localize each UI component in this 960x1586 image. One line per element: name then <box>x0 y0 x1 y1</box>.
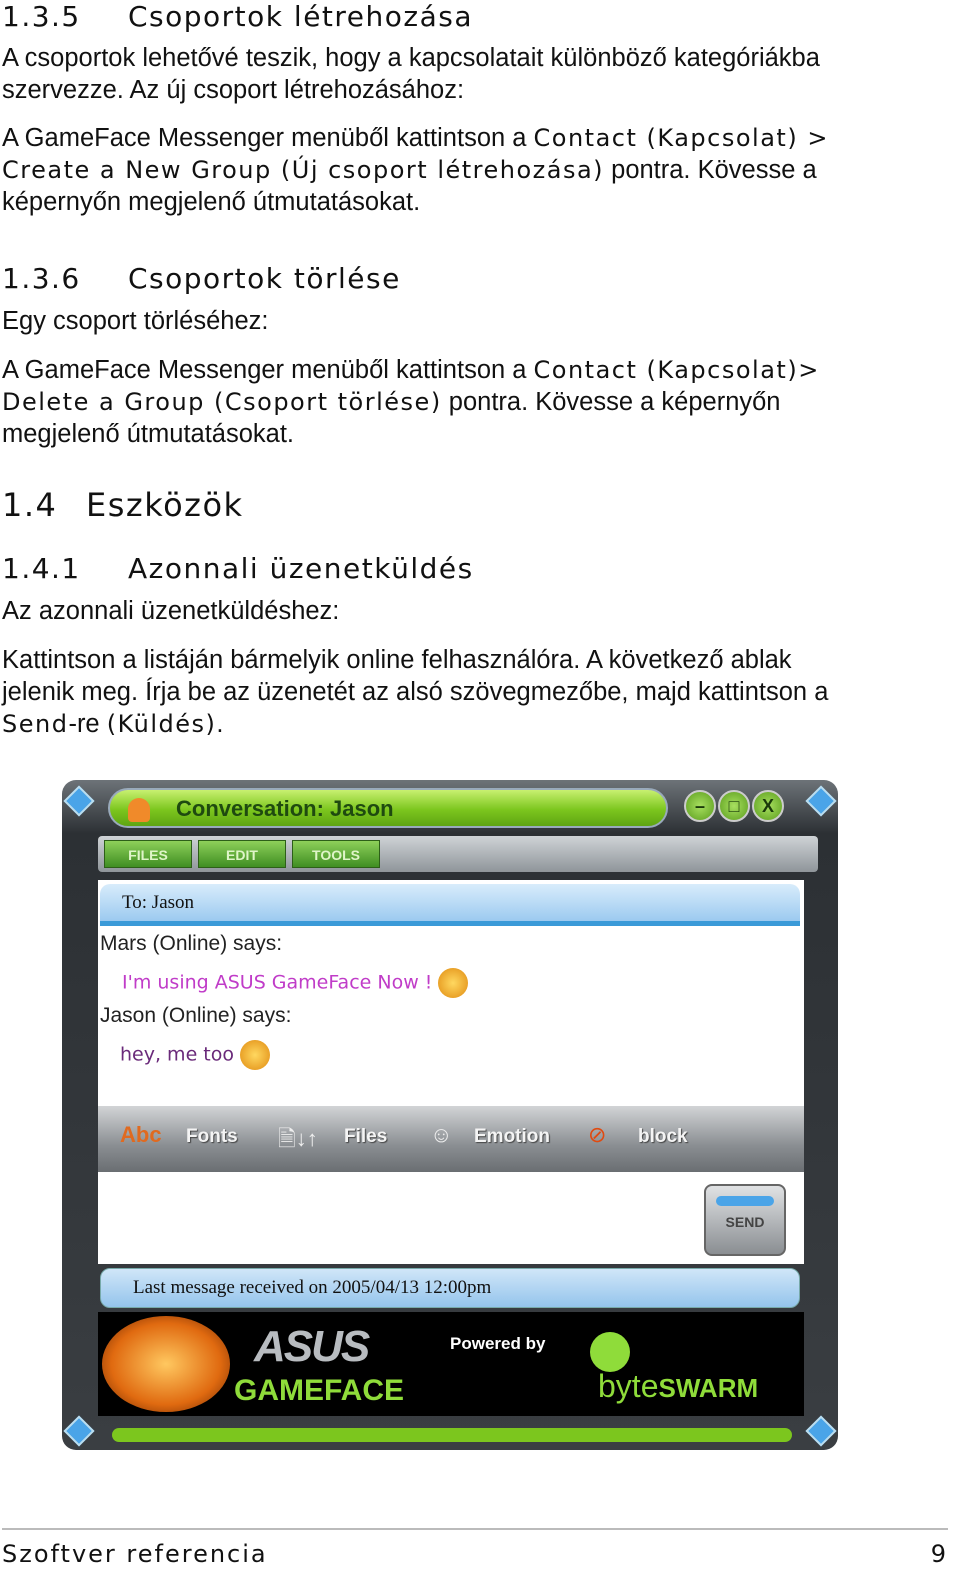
message-sender: Mars (Online) says: <box>100 932 283 955</box>
branding-banner: ASUS GAMEFACE Powered by byteSWARM <box>98 1312 804 1416</box>
paragraph: Send-re (Küldés). <box>2 710 224 738</box>
laugh-cry-icon <box>240 1040 270 1070</box>
corner-gem <box>63 785 95 817</box>
maximize-button[interactable]: □ <box>718 790 750 822</box>
block-button[interactable]: block <box>638 1126 688 1148</box>
recipient-bar: To: Jason <box>100 884 800 926</box>
paragraph: A GameFace Messenger menüből kattintson … <box>2 124 829 152</box>
message-text: hey, me too <box>120 1040 270 1070</box>
chat-toolbar: Abc Fonts 🗎↓↑ Files ☺ Emotion ⊘ block <box>98 1106 804 1172</box>
corner-gem <box>805 785 837 817</box>
byteswarm-dots-icon <box>590 1332 630 1372</box>
user-chat-icon <box>128 798 150 822</box>
block-icon: ⊘ <box>588 1122 607 1147</box>
file-transfer-icon: 🗎↓↑ <box>278 1126 318 1151</box>
title-bar: Conversation: Jason <box>108 788 668 828</box>
asus-logo: ASUS <box>254 1322 370 1371</box>
footer-title: Szoftver referencia <box>2 1540 268 1568</box>
paragraph: A csoportok lehetővé teszik, hogy a kapc… <box>2 44 820 72</box>
menu-path: Create a New Group (Új csoport létrehozá… <box>2 156 605 184</box>
paragraph: szervezze. Az új csoport létrehozásához: <box>2 76 465 104</box>
status-bar: Last message received on 2005/04/13 12:0… <box>100 1268 800 1308</box>
conversation-window-screenshot: Conversation: Jason – □ X FILES EDIT TOO… <box>62 780 838 1450</box>
corner-gem <box>805 1415 837 1447</box>
menu-bar: FILES EDIT TOOLS <box>98 836 818 872</box>
paragraph: jelenik meg. Írja be az üzenetét az alsó… <box>2 678 829 706</box>
smiley-icon: ☺ <box>430 1122 453 1147</box>
sun-graphic <box>102 1316 230 1412</box>
heading-1-3-6: 1.3.6 Csoportok törlése <box>2 262 401 295</box>
gameface-logo: GAMEFACE <box>234 1374 405 1407</box>
paragraph: Create a New Group (Új csoport létrehozá… <box>2 156 817 184</box>
bottom-bar <box>112 1428 792 1442</box>
message-sender: Jason (Online) says: <box>100 1004 292 1027</box>
fonts-button[interactable]: Fonts <box>186 1126 238 1148</box>
page-number: 9 <box>930 1540 946 1568</box>
heading-1-3-5: 1.3.5 Csoportok létrehozása <box>2 0 473 33</box>
byteswarm-logo: byteSWARM <box>598 1368 759 1404</box>
emotion-button[interactable]: Emotion <box>474 1126 550 1148</box>
minimize-button[interactable]: – <box>684 790 716 822</box>
paragraph: megjelenő útmutatásokat. <box>2 420 295 448</box>
paragraph: A GameFace Messenger menüből kattintson … <box>2 356 820 384</box>
footer-divider <box>2 1528 948 1530</box>
window-title: Conversation: Jason <box>176 796 394 821</box>
paragraph: Az azonnali üzenetküldéshez: <box>2 597 340 625</box>
fonts-icon: Abc <box>120 1122 162 1147</box>
menu-tools[interactable]: TOOLS <box>292 840 380 868</box>
powered-by-label: Powered by <box>450 1334 546 1353</box>
send-button[interactable]: SEND <box>704 1184 786 1256</box>
paragraph: Kattintson a listáján bármelyik online f… <box>2 646 792 674</box>
close-button[interactable]: X <box>752 790 784 822</box>
paragraph: Delete a Group (Csoport törlése) pontra.… <box>2 388 781 416</box>
message-text: I'm using ASUS GameFace Now ! <box>122 968 469 998</box>
corner-gem <box>63 1415 95 1447</box>
heading-1-4: 1.4 Eszközök <box>2 486 244 524</box>
menu-edit[interactable]: EDIT <box>198 840 286 868</box>
heading-1-4-1: 1.4.1 Azonnali üzenetküldés <box>2 552 474 585</box>
paragraph: Egy csoport törléséhez: <box>2 307 269 335</box>
paragraph: képernyőn megjelenő útmutatásokat. <box>2 188 421 216</box>
grin-icon <box>438 968 469 998</box>
menu-path: Delete a Group (Csoport törlése) <box>2 388 442 416</box>
files-button[interactable]: Files <box>344 1126 387 1148</box>
menu-path: Contact (Kapcsolat) > <box>533 124 829 152</box>
message-input[interactable] <box>98 1172 804 1264</box>
menu-path: Contact (Kapcsolat)> <box>533 356 820 384</box>
menu-files[interactable]: FILES <box>104 840 192 868</box>
